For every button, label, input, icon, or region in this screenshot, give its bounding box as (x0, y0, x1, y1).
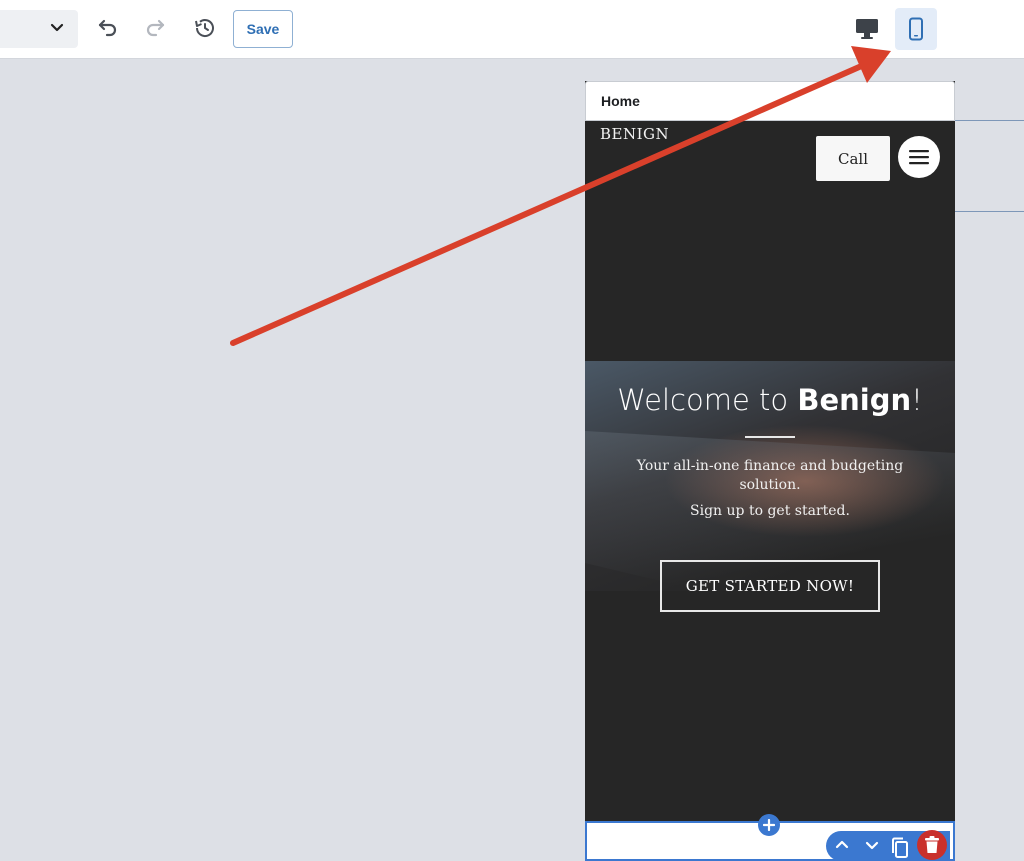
hero-heading-prefix: Welcome to (617, 383, 798, 417)
hero-subtitle: Your all-in-one finance and budgeting so… (636, 458, 904, 493)
trash-icon (925, 836, 939, 853)
hero-heading-brand: Benign (797, 383, 912, 417)
hero-signup-text: Sign up to get started. (690, 503, 850, 519)
mobile-preview: Home BENIGN Call Welcome to Benign! Your… (585, 81, 955, 856)
site-logo[interactable]: BENIGN (600, 125, 669, 143)
hamburger-icon (909, 150, 929, 165)
mobile-view-button[interactable] (895, 8, 937, 50)
undo-icon[interactable] (95, 16, 119, 40)
page-name-bar: Home (585, 81, 955, 121)
get-started-button[interactable]: GET STARTED NOW! (660, 560, 880, 612)
desktop-view-button[interactable] (850, 10, 884, 48)
guide-line (955, 211, 1024, 212)
chevron-down-icon[interactable] (864, 837, 880, 853)
guide-line (955, 120, 1024, 121)
hero-heading: Welcome to Benign! (585, 383, 955, 417)
call-button[interactable]: Call (816, 136, 890, 181)
menu-button[interactable] (898, 136, 940, 178)
hero-divider (745, 436, 795, 438)
chevron-down-icon (50, 23, 64, 32)
page-name: Home (601, 93, 640, 109)
editor-toolbar: Save (0, 0, 1024, 59)
history-icon[interactable] (193, 16, 217, 40)
redo-icon[interactable] (144, 16, 168, 40)
mobile-icon (909, 17, 923, 41)
page-select-dropdown[interactable] (0, 10, 78, 48)
desktop-icon (856, 19, 878, 39)
save-button[interactable]: Save (233, 10, 293, 48)
hero-heading-suffix: ! (911, 383, 923, 417)
chevron-up-icon[interactable] (834, 837, 850, 853)
add-section-button[interactable] (758, 814, 780, 836)
plus-icon (763, 819, 775, 831)
